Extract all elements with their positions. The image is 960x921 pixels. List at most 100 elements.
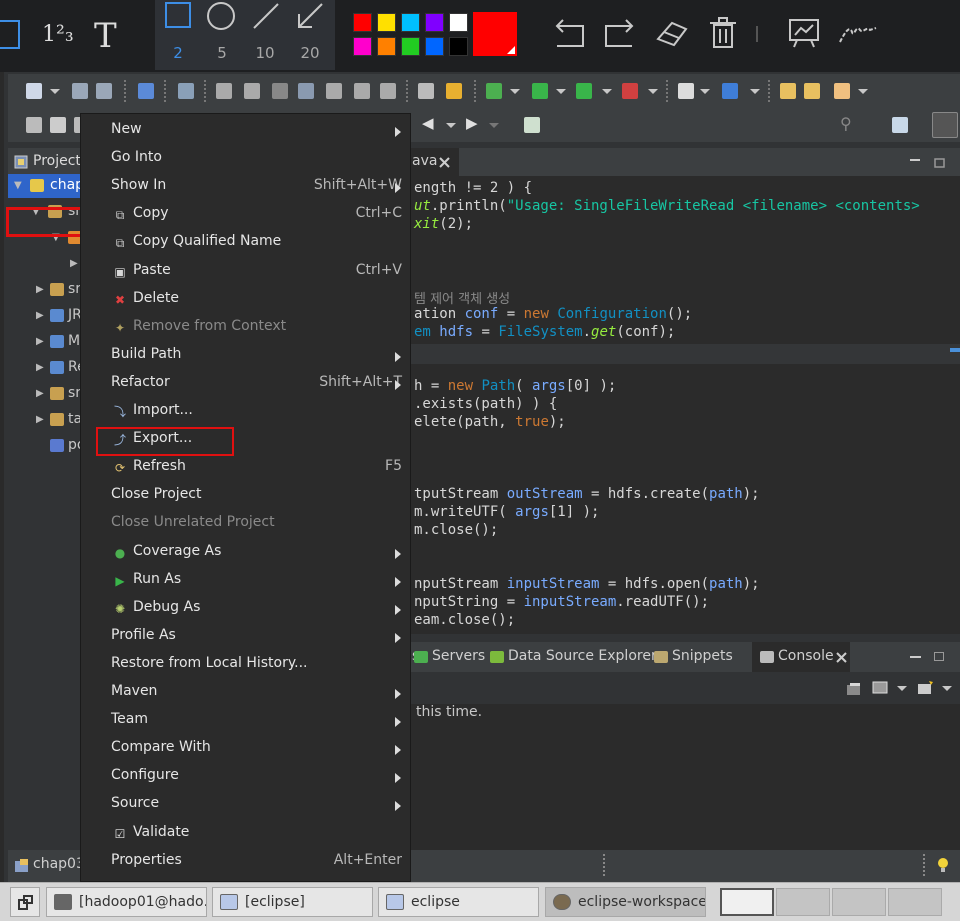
tree-row-file[interactable]: ▶ — [8, 252, 84, 276]
color-swatch[interactable] — [401, 13, 420, 32]
minimize-icon[interactable] — [909, 156, 921, 168]
chevron-down-icon[interactable] — [556, 89, 566, 94]
resume-icon[interactable] — [216, 83, 232, 99]
chevron-down-icon[interactable] — [489, 123, 499, 128]
collapse-arrow-icon[interactable]: ▶ — [70, 258, 78, 269]
pin-icon[interactable] — [26, 117, 42, 133]
lightbulb-icon[interactable] — [936, 856, 950, 874]
maximize-icon[interactable] — [934, 652, 944, 661]
save-all-icon[interactable] — [96, 83, 112, 99]
tree-row-pom[interactable]: po — [8, 434, 84, 458]
taskbar-item[interactable]: [eclipse] — [212, 887, 373, 917]
eraser-icon[interactable] — [654, 17, 690, 49]
menu-item-run-as[interactable]: ▶ Run As — [81, 567, 412, 595]
color-swatch[interactable] — [353, 13, 372, 32]
workspace-1[interactable] — [720, 888, 774, 916]
color-swatch[interactable] — [449, 13, 468, 32]
disconnect-icon[interactable] — [298, 83, 314, 99]
print-icon[interactable] — [138, 83, 154, 99]
new-icon[interactable] — [26, 83, 42, 99]
arrow-shape-icon[interactable] — [296, 2, 324, 30]
search-icon[interactable] — [834, 83, 850, 99]
menu-item-build-path[interactable]: Build Path — [81, 342, 412, 370]
redo-icon[interactable] — [602, 18, 636, 48]
menu-item-coverage-as[interactable]: ● Coverage As — [81, 539, 412, 567]
menu-item-import[interactable]: ⤵ Import... — [81, 398, 412, 426]
new-task-icon[interactable] — [524, 117, 540, 133]
menu-item-paste[interactable]: ▣ Paste Ctrl+V — [81, 258, 412, 286]
chevron-down-icon[interactable] — [602, 89, 612, 94]
open-perspective-icon[interactable] — [892, 117, 908, 133]
display-console-icon[interactable] — [872, 681, 888, 695]
menu-item-restore-from-local-history[interactable]: Restore from Local History... — [81, 651, 412, 679]
open-type-icon[interactable] — [780, 83, 796, 99]
step-return-icon[interactable] — [380, 83, 396, 99]
tree-row-library[interactable]: ▶ JR — [8, 304, 84, 328]
chevron-down-icon[interactable] — [648, 89, 658, 94]
menu-item-refactor[interactable]: Refactor Shift+Alt+T — [81, 370, 412, 398]
menu-item-close-project[interactable]: Close Project — [81, 482, 412, 510]
ellipse-shape-icon[interactable] — [206, 1, 236, 31]
menu-item-maven[interactable]: Maven — [81, 679, 412, 707]
menu-item-profile-as[interactable]: Profile As — [81, 623, 412, 651]
color-swatch[interactable] — [377, 13, 396, 32]
save-icon[interactable] — [72, 83, 88, 99]
workspace-2[interactable] — [776, 888, 830, 916]
collapse-arrow-icon[interactable]: ▶ — [36, 310, 44, 321]
project-explorer-tab[interactable]: Project — [8, 148, 84, 176]
editor-tab[interactable]: ava — [404, 148, 459, 176]
debug-icon[interactable] — [486, 83, 502, 99]
color-swatch[interactable] — [449, 37, 468, 56]
tree-row-folder[interactable]: ▶tar — [8, 408, 84, 432]
stroke-size-2[interactable]: 2 — [163, 44, 193, 62]
chevron-down-icon[interactable] — [510, 89, 520, 94]
step-over-icon[interactable] — [354, 83, 370, 99]
menu-item-go-into[interactable]: Go Into — [81, 145, 412, 173]
collapse-arrow-icon[interactable]: ▶ — [36, 414, 44, 425]
bottom-tab-servers[interactable]: Servers — [432, 648, 485, 664]
tree-row-library[interactable]: ▶Ma — [8, 330, 84, 354]
bottom-tab-snippets[interactable]: Snippets — [672, 648, 733, 664]
maximize-icon[interactable] — [934, 156, 946, 168]
text-tool-icon[interactable]: T — [94, 16, 117, 56]
java-ee-perspective-icon[interactable] — [932, 112, 958, 138]
chevron-down-icon[interactable] — [942, 686, 952, 691]
bottom-tab-data-source-explorer[interactable]: Data Source Explorer — [508, 648, 657, 664]
undo-icon[interactable] — [553, 18, 587, 48]
menu-item-debug-as[interactable]: ✺ Debug As — [81, 595, 412, 623]
menu-item-delete[interactable]: ✖ Delete — [81, 286, 412, 314]
step-into-icon[interactable] — [326, 83, 342, 99]
search-icon[interactable]: ⚲ — [840, 114, 852, 133]
run-last-icon[interactable] — [576, 83, 592, 99]
drop-to-frame-icon[interactable] — [446, 83, 462, 99]
chevron-down-icon[interactable] — [858, 89, 868, 94]
toggle-mark-icon[interactable] — [50, 117, 66, 133]
whiteboard-icon[interactable] — [787, 17, 821, 49]
run-icon[interactable] — [532, 83, 548, 99]
open-console-icon[interactable] — [917, 681, 933, 695]
close-icon[interactable] — [439, 157, 450, 168]
menu-item-configure[interactable]: Configure — [81, 763, 412, 791]
workspace-4[interactable] — [888, 888, 942, 916]
chevron-down-icon[interactable] — [897, 686, 907, 691]
suspend-icon[interactable] — [244, 83, 260, 99]
tree-row-folder[interactable]: ▶src — [8, 382, 84, 406]
color-swatch[interactable] — [377, 37, 396, 56]
color-swatch[interactable] — [401, 37, 420, 56]
stroke-size-20[interactable]: 20 — [295, 44, 325, 62]
current-color-swatch[interactable] — [473, 12, 517, 56]
clear-console-icon[interactable] — [846, 682, 862, 696]
rectangle-tool-icon[interactable] — [0, 20, 22, 50]
collapse-arrow-icon[interactable]: ▶ — [36, 388, 44, 399]
code-editor[interactable]: ength != 2 ) {ut.println("Usage: SingleF… — [404, 176, 960, 634]
taskbar-item[interactable]: eclipse-workspace… — [545, 887, 706, 917]
line-shape-icon[interactable] — [252, 2, 280, 30]
menu-item-show-in[interactable]: Show In Shift+Alt+W — [81, 173, 412, 201]
collapse-arrow-icon[interactable]: ▶ — [36, 362, 44, 373]
color-swatch[interactable] — [353, 37, 372, 56]
back-arrow-icon[interactable]: ◀ — [422, 114, 434, 132]
trash-icon[interactable] — [708, 17, 738, 49]
expand-arrow-icon[interactable]: ▼ — [14, 180, 22, 191]
rectangle-shape-icon[interactable] — [165, 2, 191, 28]
menu-item-source[interactable]: Source — [81, 791, 412, 819]
